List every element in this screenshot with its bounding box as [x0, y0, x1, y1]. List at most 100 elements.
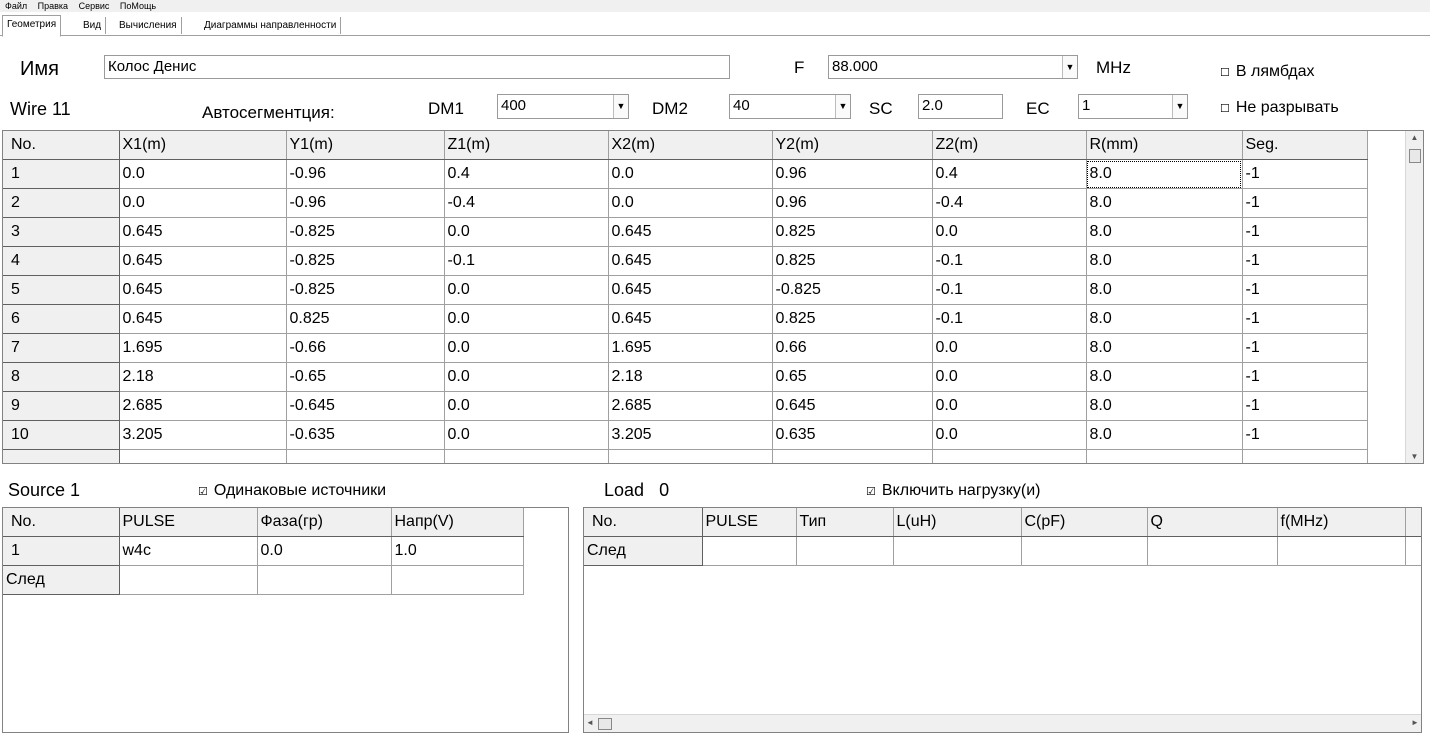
- same-sources-checkbox[interactable]: ☑ Одинаковые источники: [198, 482, 386, 500]
- scroll-thumb[interactable]: [1409, 149, 1421, 163]
- table-cell[interactable]: 1.0: [391, 536, 524, 566]
- table-cell[interactable]: 2.18: [608, 362, 773, 392]
- row-number[interactable]: 7: [3, 333, 120, 363]
- freq-combo[interactable]: 88.000 ▼: [828, 55, 1078, 79]
- table-cell[interactable]: 0.0: [444, 304, 609, 334]
- table-cell[interactable]: [1147, 536, 1278, 566]
- column-header[interactable]: PULSE: [702, 508, 797, 537]
- row-number[interactable]: 2: [3, 188, 120, 218]
- table-cell[interactable]: -0.1: [932, 304, 1087, 334]
- table-cell[interactable]: -0.96: [286, 159, 445, 189]
- table-cell[interactable]: 0.825: [772, 304, 933, 334]
- row-number[interactable]: 4: [3, 246, 120, 276]
- table-cell[interactable]: 0.0: [257, 536, 392, 566]
- no-break-checkbox[interactable]: ☐ Не разрывать: [1220, 99, 1339, 117]
- chevron-down-icon[interactable]: ▼: [1062, 56, 1077, 78]
- table-cell[interactable]: 0.0: [119, 159, 287, 189]
- row-number[interactable]: 8: [3, 362, 120, 392]
- menu-edit[interactable]: Правка: [38, 1, 68, 11]
- tab-calculations[interactable]: Вычисления: [115, 17, 182, 34]
- menu-service[interactable]: Сервис: [79, 1, 110, 11]
- table-cell[interactable]: -1: [1242, 420, 1368, 450]
- column-header[interactable]: Q: [1147, 508, 1278, 537]
- tab-geometry[interactable]: Геометрия: [2, 15, 62, 37]
- scroll-up-icon[interactable]: ▲: [1406, 133, 1423, 142]
- table-cell[interactable]: 0.0: [444, 420, 609, 450]
- table-cell[interactable]: 0.0: [608, 159, 773, 189]
- column-header[interactable]: Seg.: [1242, 131, 1368, 160]
- table-cell[interactable]: 0.825: [772, 217, 933, 247]
- table-cell[interactable]: [444, 449, 609, 463]
- column-header[interactable]: C(pF): [1021, 508, 1148, 537]
- loads-horizontal-scrollbar[interactable]: ◄ ►: [584, 714, 1421, 732]
- column-header[interactable]: Тип: [796, 508, 894, 537]
- table-cell[interactable]: 0.645: [119, 246, 287, 276]
- table-cell[interactable]: 1.695: [608, 333, 773, 363]
- table-cell[interactable]: 0.0: [932, 333, 1087, 363]
- table-cell[interactable]: [391, 565, 524, 595]
- table-cell[interactable]: [119, 565, 258, 595]
- table-cell[interactable]: 8.0: [1086, 275, 1243, 305]
- table-cell[interactable]: -1: [1242, 391, 1368, 421]
- table-cell[interactable]: -1: [1242, 304, 1368, 334]
- table-cell[interactable]: -0.635: [286, 420, 445, 450]
- table-cell[interactable]: 0.645: [608, 275, 773, 305]
- column-header[interactable]: f(MHz): [1277, 508, 1406, 537]
- table-cell[interactable]: 0.0: [444, 333, 609, 363]
- table-cell[interactable]: -1: [1242, 217, 1368, 247]
- table-cell[interactable]: [932, 449, 1087, 463]
- table-cell[interactable]: 0.0: [932, 420, 1087, 450]
- table-cell[interactable]: 0.645: [119, 304, 287, 334]
- table-cell[interactable]: -0.65: [286, 362, 445, 392]
- include-loads-checkbox[interactable]: ☑ Включить нагрузку(и): [866, 482, 1041, 500]
- table-cell[interactable]: [1405, 536, 1421, 566]
- table-cell[interactable]: [608, 449, 773, 463]
- table-cell[interactable]: 0.0: [444, 217, 609, 247]
- table-cell[interactable]: 8.0: [1086, 420, 1243, 450]
- table-cell[interactable]: -0.825: [772, 275, 933, 305]
- table-cell[interactable]: -0.645: [286, 391, 445, 421]
- table-cell[interactable]: [1086, 449, 1243, 463]
- column-header[interactable]: PULSE: [119, 508, 258, 537]
- column-header[interactable]: L(uH): [893, 508, 1022, 537]
- next-row-label[interactable]: След: [3, 565, 120, 595]
- table-cell[interactable]: 8.0: [1086, 362, 1243, 392]
- table-cell[interactable]: -0.1: [932, 275, 1087, 305]
- row-number[interactable]: 1: [3, 159, 120, 189]
- table-cell[interactable]: 0.96: [772, 188, 933, 218]
- table-cell[interactable]: -1: [1242, 333, 1368, 363]
- table-cell[interactable]: 0.66: [772, 333, 933, 363]
- table-cell[interactable]: -1: [1242, 246, 1368, 276]
- sc-input[interactable]: 2.0: [918, 94, 1003, 119]
- table-cell[interactable]: 0.645: [772, 391, 933, 421]
- scroll-right-icon[interactable]: ►: [1409, 718, 1421, 727]
- table-cell[interactable]: 8.0: [1086, 304, 1243, 334]
- column-header[interactable]: X2(m): [608, 131, 773, 160]
- lambda-checkbox[interactable]: ☐ В лямбдах: [1220, 63, 1315, 81]
- table-cell[interactable]: [772, 449, 933, 463]
- dm2-combo[interactable]: 40 ▼: [729, 94, 851, 119]
- name-input[interactable]: Колос Денис: [104, 55, 730, 79]
- table-cell[interactable]: 0.0: [119, 188, 287, 218]
- table-cell[interactable]: [796, 536, 894, 566]
- row-number[interactable]: 10: [3, 420, 120, 450]
- table-cell[interactable]: [3, 449, 120, 463]
- table-cell[interactable]: 8.0: [1086, 159, 1243, 189]
- column-header[interactable]: Z1(m): [444, 131, 609, 160]
- table-cell[interactable]: -0.4: [932, 188, 1087, 218]
- table-cell[interactable]: -0.1: [444, 246, 609, 276]
- table-cell[interactable]: 0.645: [119, 275, 287, 305]
- table-cell[interactable]: -0.1: [932, 246, 1087, 276]
- table-cell[interactable]: 0.4: [444, 159, 609, 189]
- table-cell[interactable]: -0.825: [286, 246, 445, 276]
- table-cell[interactable]: [1277, 536, 1406, 566]
- menu-file[interactable]: Файл: [5, 1, 27, 11]
- wires-vertical-scrollbar[interactable]: ▲ ▼: [1405, 131, 1423, 463]
- table-cell[interactable]: 8.0: [1086, 246, 1243, 276]
- row-number[interactable]: 9: [3, 391, 120, 421]
- table-cell[interactable]: 0.645: [119, 217, 287, 247]
- table-cell[interactable]: 0.0: [932, 362, 1087, 392]
- table-cell[interactable]: -0.66: [286, 333, 445, 363]
- table-cell[interactable]: [893, 536, 1022, 566]
- column-header[interactable]: Напр(V): [391, 508, 524, 537]
